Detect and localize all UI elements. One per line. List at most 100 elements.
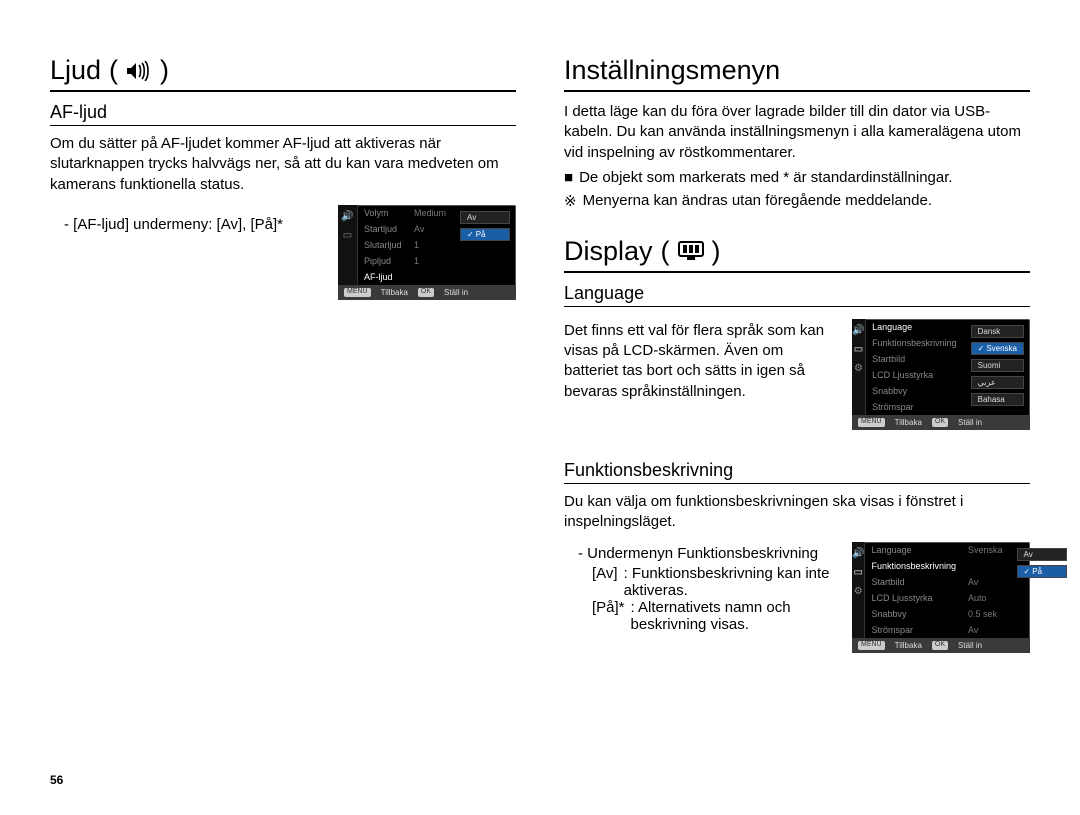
language-body: Det finns ett val för flera språk som ka… bbox=[564, 321, 838, 402]
subheading-funktionsbeskrivning: Funktionsbeskrivning bbox=[564, 460, 1030, 484]
lcd-row-value: Av bbox=[962, 622, 1009, 638]
paren-close: ) bbox=[712, 236, 721, 267]
afljud-body: Om du sätter på AF-ljudet kommer AF-ljud… bbox=[50, 134, 516, 195]
lcd-option: Av bbox=[1017, 548, 1067, 561]
bullet-text: Menyerna kan ändras utan föregående medd… bbox=[583, 192, 932, 210]
lcd-footer: MENU Tillbaka OK Ställ in bbox=[852, 415, 1030, 430]
lcd-row-label: Pipljud bbox=[358, 253, 408, 269]
heading-ljud-text: Ljud bbox=[50, 55, 101, 86]
lcd-row-value: Svenska bbox=[962, 542, 1009, 558]
sound-tab-icon: 🔊 bbox=[852, 325, 864, 336]
lcd-back-label: Tillbaka bbox=[381, 288, 408, 297]
settings-tab-icon: ⚙ bbox=[854, 586, 863, 597]
heading-ljud: Ljud ( ) bbox=[50, 55, 516, 92]
lcd-set-label: Ställ in bbox=[958, 641, 982, 650]
lcd-row-label: Snabbvy bbox=[865, 606, 962, 622]
paren-close: ) bbox=[160, 55, 169, 86]
bullet-text: De objekt som markerats med * är standar… bbox=[579, 169, 953, 186]
lcd-language: 🔊 ▭ ⚙ Language Funktionsbeskrivning Star… bbox=[852, 319, 1030, 430]
lcd-icon-column: 🔊 ▭ ⚙ bbox=[852, 319, 866, 415]
lcd-row-label: LCD Ljusstyrka bbox=[866, 367, 963, 383]
lcd-row-label: Startljud bbox=[358, 221, 408, 237]
ok-button-label: OK bbox=[932, 641, 948, 650]
lcd-row-label: Volym bbox=[358, 205, 408, 221]
lcd-option-popup: Av På bbox=[1009, 542, 1073, 638]
lcd-afljud: 🔊 ▭ VolymMedium StartljudAv Slutarljud1 … bbox=[338, 205, 516, 300]
subheading-afljud: AF-ljud bbox=[50, 102, 516, 126]
display-tab-icon: ▭ bbox=[854, 567, 863, 578]
lcd-option: Av bbox=[460, 211, 510, 224]
option-label: [Av] bbox=[592, 565, 618, 599]
lcd-row-label: Startbild bbox=[866, 351, 963, 367]
lcd-row-label: Strömspar bbox=[866, 399, 963, 415]
afljud-submenu: - [AF-ljud] undermeny: [Av], [På]* bbox=[64, 215, 324, 235]
func-option-pa: [På]* : Alternativets namn och beskrivni… bbox=[592, 599, 838, 633]
menu-button-label: MENU bbox=[344, 288, 371, 297]
option-text: : Funktionsbeskrivning kan inte aktivera… bbox=[624, 565, 838, 599]
subheading-language: Language bbox=[564, 283, 1030, 307]
heading-installningsmenyn: Inställningsmenyn bbox=[564, 55, 1030, 92]
display-tab-icon: ▭ bbox=[854, 344, 863, 355]
display-tab-icon: ▭ bbox=[343, 230, 352, 241]
lcd-option: عربي bbox=[971, 376, 1024, 389]
lcd-row-label: LCD Ljusstyrka bbox=[865, 590, 962, 606]
lcd-option-popup: Av På bbox=[452, 205, 516, 285]
menu-button-label: MENU bbox=[858, 418, 885, 427]
lcd-option: Suomi bbox=[971, 359, 1024, 372]
option-label: [På]* bbox=[592, 599, 625, 633]
lcd-row-label: AF-ljud bbox=[358, 269, 408, 285]
lcd-option: Dansk bbox=[971, 325, 1024, 338]
lcd-row-value: 1 bbox=[408, 237, 452, 253]
menu-button-label: MENU bbox=[858, 641, 885, 650]
lcd-row-value: Medium bbox=[408, 205, 452, 221]
lcd-option-popup: Dansk Svenska Suomi عربي Bahasa bbox=[963, 319, 1030, 415]
lcd-icon-column: 🔊 ▭ bbox=[338, 205, 358, 285]
lcd-row-label: Language bbox=[865, 542, 962, 558]
lcd-row-value: Av bbox=[408, 221, 452, 237]
lcd-back-label: Tillbaka bbox=[895, 418, 922, 427]
lcd-footer: MENU Tillbaka OK Ställ in bbox=[852, 638, 1030, 653]
intro-text: I detta läge kan du föra över lagrade bi… bbox=[564, 102, 1030, 163]
lcd-row-label: Language bbox=[866, 319, 963, 335]
settings-tab-icon: ⚙ bbox=[854, 363, 863, 374]
lcd-option-selected: Svenska bbox=[971, 342, 1024, 355]
reference-mark-icon: ※ bbox=[564, 192, 577, 210]
lcd-set-label: Ställ in bbox=[958, 418, 982, 427]
lcd-option-selected: På bbox=[460, 228, 510, 241]
sound-icon bbox=[126, 61, 152, 81]
paren-open: ( bbox=[109, 55, 118, 86]
lcd-option: Bahasa bbox=[971, 393, 1024, 406]
lcd-row-value: Av bbox=[962, 574, 1009, 590]
lcd-row-label: Startbild bbox=[865, 574, 962, 590]
heading-display-text: Display bbox=[564, 236, 653, 267]
lcd-row-label: Funktionsbeskrivning bbox=[865, 558, 962, 574]
lcd-row-value: Auto bbox=[962, 590, 1009, 606]
display-icon bbox=[678, 241, 704, 261]
func-submenu: - Undermenyn Funktionsbeskrivning bbox=[578, 544, 838, 564]
lcd-row-value: 1 bbox=[408, 253, 452, 269]
ok-button-label: OK bbox=[418, 288, 434, 297]
paren-open: ( bbox=[661, 236, 670, 267]
lcd-row-label: Snabbvy bbox=[866, 383, 963, 399]
lcd-back-label: Tillbaka bbox=[895, 641, 922, 650]
func-option-av: [Av] : Funktionsbeskrivning kan inte akt… bbox=[592, 565, 838, 599]
lcd-row-label: Funktionsbeskrivning bbox=[866, 335, 963, 351]
option-text: : Alternativets namn och beskrivning vis… bbox=[631, 599, 838, 633]
lcd-option-selected: På bbox=[1017, 565, 1067, 578]
bullet-notice: ※ Menyerna kan ändras utan föregående me… bbox=[564, 192, 1030, 210]
page-number: 56 bbox=[50, 773, 63, 787]
bullet-standard: ■ De objekt som markerats med * är stand… bbox=[564, 169, 1030, 186]
sound-tab-icon: 🔊 bbox=[852, 548, 864, 559]
lcd-icon-column: 🔊 ▭ ⚙ bbox=[852, 542, 865, 638]
func-body: Du kan välja om funktionsbeskrivningen s… bbox=[564, 492, 1030, 533]
square-bullet-icon: ■ bbox=[564, 169, 573, 186]
heading-display: Display ( ) bbox=[564, 236, 1030, 273]
lcd-funktionsbeskrivning: 🔊 ▭ ⚙ LanguageSvenska Funktionsbeskrivni… bbox=[852, 542, 1030, 653]
left-column: Ljud ( ) AF-ljud Om du sätter på AF-ljud… bbox=[50, 55, 516, 653]
lcd-row-value: 0.5 sek bbox=[962, 606, 1009, 622]
right-column: Inställningsmenyn I detta läge kan du fö… bbox=[564, 55, 1030, 653]
sound-tab-icon: 🔊 bbox=[341, 211, 353, 222]
lcd-footer: MENU Tillbaka OK Ställ in bbox=[338, 285, 516, 300]
lcd-row-label: Slutarljud bbox=[358, 237, 408, 253]
lcd-row-label: Strömspar bbox=[865, 622, 962, 638]
